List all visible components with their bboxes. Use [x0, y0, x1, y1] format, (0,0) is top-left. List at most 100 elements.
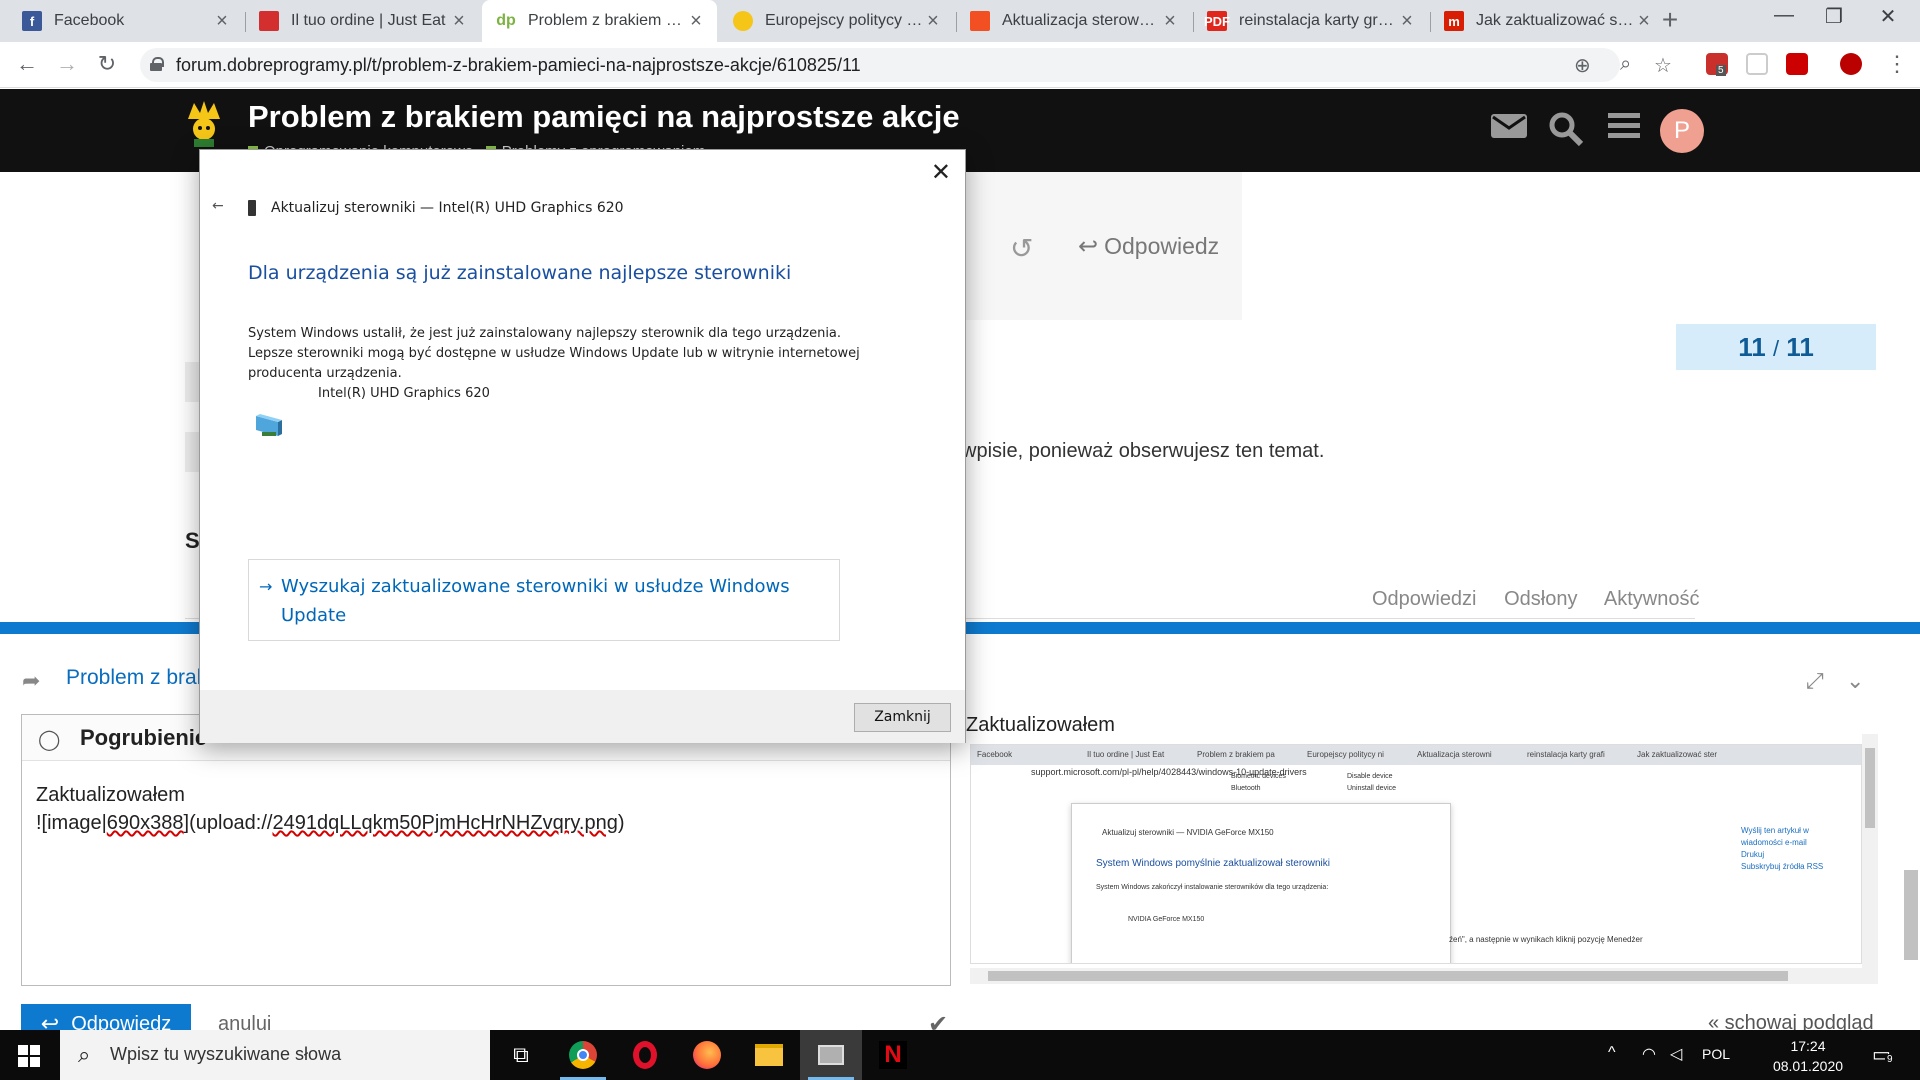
file-explorer-taskbar-icon[interactable] [738, 1030, 800, 1080]
dialog-footer: Zamknij [200, 690, 965, 743]
profile-icon[interactable] [1840, 53, 1862, 75]
adblock-extension-icon[interactable]: 5 [1706, 53, 1728, 76]
add-icon[interactable]: ⊕ [1574, 53, 1591, 78]
user-avatar[interactable]: P [1660, 109, 1704, 153]
header-activity[interactable]: Aktywność [1604, 588, 1700, 610]
browser-tab[interactable]: f Facebook × [8, 0, 243, 42]
tab-favicon-icon [259, 11, 279, 31]
tab-close-icon[interactable]: × [213, 10, 231, 33]
preview-side-1: Wyślij ten artykuł w wiadomości e-mail [1741, 826, 1809, 847]
dialog-close-button[interactable]: ✕ [931, 158, 951, 186]
extension-icon-2[interactable] [1786, 53, 1808, 75]
post-reply-button[interactable]: ↩ Odpowiedz [1078, 232, 1219, 261]
search-icon[interactable] [1548, 111, 1584, 147]
page-scrollbar[interactable] [1902, 850, 1920, 1030]
close-window-button[interactable]: ✕ [1868, 4, 1908, 29]
preview-text: Zaktualizowałem [966, 714, 1115, 736]
dialog-close-action-button[interactable]: Zamknij [854, 703, 951, 732]
browser-tab[interactable]: Il tuo ordine | Just Eat × [245, 0, 480, 42]
tab-close-icon[interactable]: × [1398, 10, 1416, 33]
dialog-back-arrow-icon[interactable]: ← [212, 198, 224, 214]
preview-device-list: Biometric devices Bluetooth [1231, 771, 1286, 795]
text-line-2d: 2491dqLLqkm50PjmHcHrNHZvqry.png [272, 812, 618, 834]
tab-title: Problem z brakiem pamięci na najprostsze… [528, 12, 687, 29]
browser-toolbar: ← → ↻ forum.dobreprogramy.pl/t/problem-z… [0, 42, 1920, 88]
tab-title: reinstalacja karty graficznej [1239, 12, 1398, 29]
chrome-taskbar-icon[interactable] [552, 1030, 614, 1080]
timeline-position[interactable]: 11 / 11 [1676, 324, 1876, 370]
tab-close-icon[interactable]: × [1635, 10, 1653, 33]
opera-taskbar-icon[interactable] [614, 1030, 676, 1080]
text-line-2b: 690x388 [106, 812, 184, 834]
header-views[interactable]: Odsłony [1504, 588, 1577, 610]
reload-icon[interactable]: ↻ [94, 52, 120, 78]
windows-update-link-text: Wyszukaj zaktualizowane sterowniki w usł… [281, 576, 790, 626]
taskbar-clock[interactable]: 17:24 08.01.2020 [1768, 1036, 1848, 1076]
new-tab-button[interactable]: + [1655, 6, 1685, 36]
topic-title[interactable]: Problem z brakiem pamięci na najprostsze… [248, 99, 960, 135]
windows-taskbar: ⌕ Wpisz tu wyszukiwane słowa ⧉ N ^ ◠ ◁ P… [0, 1030, 1920, 1080]
minimize-button[interactable]: — [1764, 4, 1804, 27]
search-icon: ⌕ [78, 1042, 91, 1067]
back-icon[interactable]: ← [14, 52, 40, 78]
device-icon [248, 200, 256, 216]
volume-icon[interactable]: ◁ [1670, 1044, 1682, 1064]
address-bar[interactable]: forum.dobreprogramy.pl/t/problem-z-braki… [140, 48, 1672, 82]
menu-icon[interactable]: ⋮ [1884, 52, 1910, 78]
header-replies[interactable]: Odpowiedzi [1372, 588, 1477, 610]
extension-icon[interactable] [1746, 53, 1768, 75]
forward-icon[interactable]: → [54, 52, 80, 78]
composer-preview: Zaktualizowałem Facebook Il tuo ordine | … [966, 714, 1878, 1004]
browser-tab[interactable]: Europejscy politycy nie × [719, 0, 954, 42]
decor-bar [185, 362, 200, 402]
tab-close-icon[interactable]: × [1161, 10, 1179, 33]
windows-update-search-link[interactable]: → Wyszukaj zaktualizowane sterowniki w u… [248, 559, 840, 641]
dialog-title: Dla urządzenia są już zainstalowane najl… [248, 262, 792, 284]
network-icon[interactable]: ◠ [1642, 1044, 1656, 1064]
preview-side-2: Drukuj [1741, 850, 1765, 859]
speech-bubble-icon[interactable]: ◯ [38, 727, 60, 752]
preview-vertical-scrollbar[interactable] [1862, 734, 1878, 984]
tab-favicon-icon: PDF [1204, 11, 1230, 31]
browser-tab[interactable]: PDF reinstalacja karty graficznej× [1193, 0, 1428, 42]
device-manager-taskbar-icon[interactable] [800, 1030, 862, 1080]
tab-separator [1430, 12, 1431, 32]
forum-logo[interactable] [184, 99, 224, 149]
taskbar-search-box[interactable]: ⌕ Wpisz tu wyszukiwane słowa [60, 1030, 490, 1080]
preview-tab-strip: Facebook Il tuo ordine | Just Eat Problem … [971, 745, 1861, 765]
reply-arrow-icon: ↩ [1078, 233, 1099, 260]
preview-horizontal-scrollbar[interactable] [970, 968, 1862, 984]
undo-icon[interactable]: ↺ [1010, 232, 1033, 265]
tray-chevron-up-icon[interactable]: ^ [1608, 1044, 1616, 1062]
tab-close-icon[interactable]: × [924, 10, 942, 33]
extension-badge: 5 [1716, 65, 1726, 76]
composer-textarea[interactable]: Zaktualizowałem ![image|690x388](upload:… [36, 781, 625, 837]
maximize-button[interactable]: ❐ [1814, 4, 1854, 29]
netflix-taskbar-icon[interactable]: N [862, 1030, 924, 1080]
tab-close-icon[interactable]: × [687, 10, 705, 33]
envelope-icon[interactable] [1490, 111, 1528, 139]
browser-tab[interactable]: Aktualizacja sterowników× [956, 0, 1191, 42]
windows-start-icon[interactable] [18, 1045, 40, 1067]
preview-dialog-header: Aktualizuj sterowniki — NVIDIA GeForce M… [1102, 828, 1274, 837]
timeline-separator: / [1772, 336, 1780, 361]
clock-time: 17:24 [1790, 1038, 1826, 1054]
browser-tab[interactable]: m Jak zaktualizować sterowniki× [1430, 0, 1665, 42]
zoom-icon[interactable]: ⌕ [1620, 53, 1631, 76]
chevron-down-icon[interactable]: ⌄ [1846, 668, 1864, 694]
notification-center-icon[interactable]: ▭ 9 [1872, 1042, 1895, 1067]
dialog-description: System Windows ustalił, że jest już zain… [248, 326, 860, 381]
hamburger-menu-icon[interactable] [1608, 111, 1640, 141]
language-indicator[interactable]: POL [1702, 1046, 1730, 1062]
timeline-current: 11 [1738, 332, 1766, 362]
task-view-icon[interactable]: ⧉ [490, 1030, 552, 1080]
preview-dialog-device: NVIDIA GeForce MX150 [1128, 916, 1205, 923]
expand-icon[interactable]: ⤢ [1806, 668, 1824, 694]
bookmark-star-icon[interactable]: ☆ [1654, 53, 1672, 78]
tab-close-icon[interactable]: × [450, 10, 468, 33]
tab-title: Europejscy politycy nie [765, 12, 924, 29]
firefox-taskbar-icon[interactable] [676, 1030, 738, 1080]
composer-editor[interactable]: ◯ Pogrubienie Zaktualizowałem ![image|69… [21, 714, 951, 986]
lock-icon [150, 57, 164, 71]
browser-tab[interactable]: dp Problem z brakiem pamięci na najprosts… [482, 0, 717, 42]
